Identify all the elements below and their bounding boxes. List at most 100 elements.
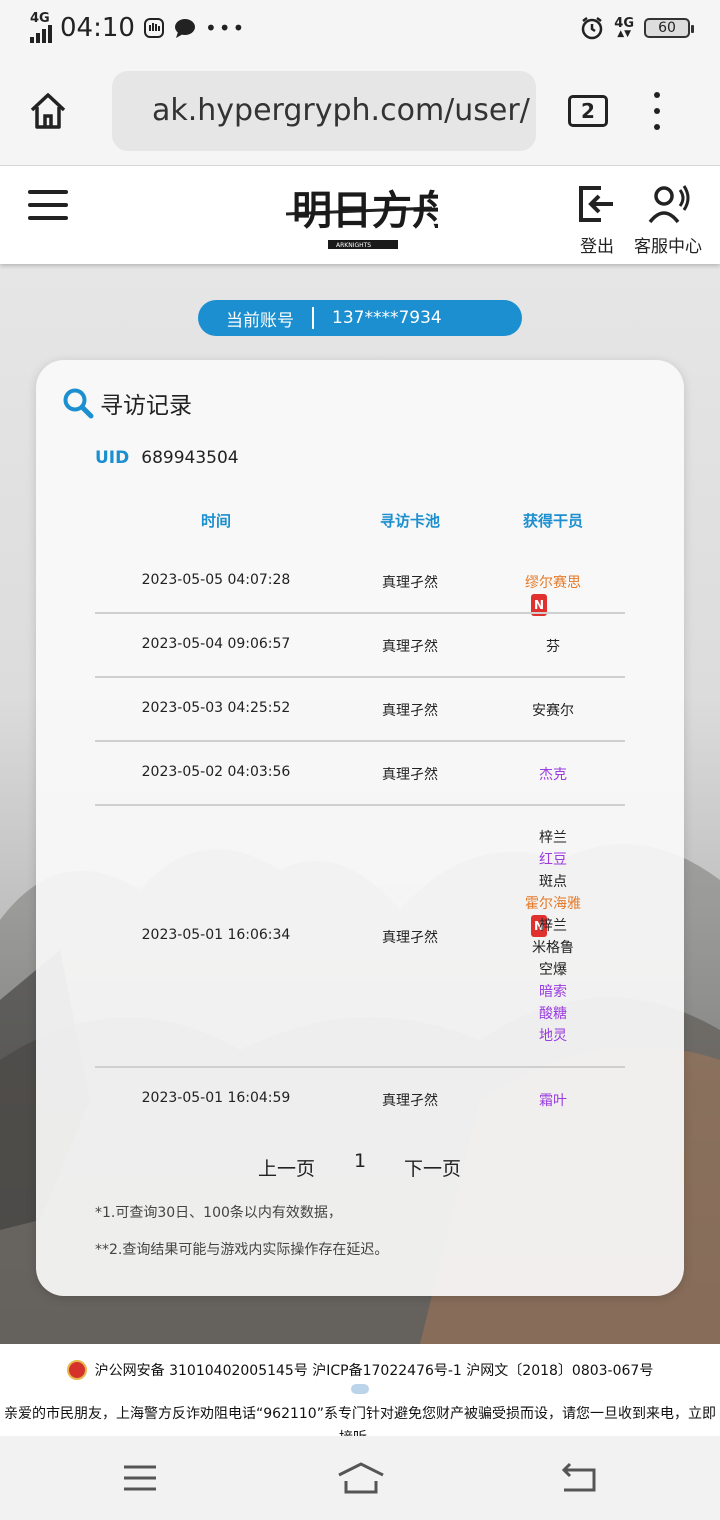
cell-signal-icon: 4G bbox=[30, 11, 52, 43]
row-pool: 真理孑然 bbox=[382, 575, 438, 591]
table-row: 2023-05-01 16:06:34 真理孑然 梓兰 红豆 斑点 霍尔海雅 N … bbox=[95, 827, 625, 1047]
logout-icon bbox=[579, 186, 613, 222]
back-button[interactable] bbox=[558, 1458, 598, 1498]
uid-label: UID bbox=[95, 448, 130, 468]
mobile-data-icon: 4G ▲▼ bbox=[614, 15, 634, 39]
records-title-text: 寻访记录 bbox=[100, 393, 192, 419]
battery-level: 60 bbox=[658, 20, 676, 36]
operator-name: 红豆 bbox=[539, 852, 567, 868]
battery-icon: 60 bbox=[644, 18, 694, 38]
operator-name: 斑点 bbox=[539, 874, 567, 890]
url-text: ak.hypergryph.com/user/ bbox=[152, 93, 530, 128]
operator-name: 霜叶 bbox=[539, 1093, 567, 1109]
browser-menu-button[interactable] bbox=[654, 91, 660, 130]
operator-name: 缪尔赛思 N bbox=[525, 572, 581, 616]
site-header: 明日方舟 ARKNIGHTS 登出 客服中心 bbox=[0, 166, 720, 264]
home-button[interactable] bbox=[20, 83, 76, 139]
note-query-limit: *1.可查询30日、100条以内有效数据， bbox=[95, 1205, 342, 1221]
next-page-button[interactable]: 下一页 bbox=[404, 1154, 461, 1181]
records-title: 寻访记录 bbox=[62, 386, 192, 420]
row-time: 2023-05-01 16:06:34 bbox=[141, 927, 291, 943]
row-time: 2023-05-04 09:06:57 bbox=[141, 636, 291, 652]
current-page-number[interactable]: 1 bbox=[354, 1150, 366, 1172]
table-row: 2023-05-04 09:06:57 真理孑然 芬 bbox=[95, 636, 625, 658]
operator-name: 地灵 bbox=[539, 1028, 567, 1044]
customer-service-button[interactable]: 客服中心 bbox=[632, 184, 704, 257]
operator-name: 芬 bbox=[546, 639, 560, 655]
svg-text:ARKNIGHTS: ARKNIGHTS bbox=[336, 242, 371, 249]
note-delay: **2.查询结果可能与游戏内实际操作存在延迟。 bbox=[95, 1242, 389, 1258]
row-operators: 杰克 bbox=[485, 764, 621, 786]
tab-count: 2 bbox=[581, 98, 595, 123]
svg-text:明日方舟: 明日方舟 bbox=[292, 187, 438, 234]
clock: 04:10 bbox=[60, 13, 135, 43]
row-operators: 安赛尔 bbox=[485, 700, 621, 722]
row-operators: 缪尔赛思 N bbox=[485, 572, 621, 616]
current-account-banner: 当前账号 137****7934 bbox=[198, 300, 522, 336]
row-pool: 真理孑然 bbox=[382, 767, 438, 783]
customer-service-label: 客服中心 bbox=[634, 237, 702, 257]
hamburger-menu-button[interactable] bbox=[28, 190, 68, 220]
operator-name: 暗索 bbox=[539, 984, 567, 1000]
uid-line: UID 689943504 bbox=[95, 448, 239, 468]
row-time: 2023-05-02 04:03:56 bbox=[141, 764, 291, 780]
table-row: 2023-05-03 04:25:52 真理孑然 安赛尔 bbox=[95, 700, 625, 722]
table-row: 2023-05-05 04:07:28 真理孑然 缪尔赛思 N bbox=[95, 572, 625, 616]
column-header-pool: 寻访卡池 bbox=[379, 512, 440, 530]
operator-name: 酸糖 bbox=[539, 1006, 567, 1022]
operator-name: 霍尔海雅 N bbox=[525, 893, 581, 937]
row-operators: 芬 bbox=[485, 636, 621, 658]
site-footer: 沪公网安备 31010402005145号 沪ICP备17022476号-1 沪… bbox=[0, 1344, 720, 1436]
system-navigation-bar bbox=[0, 1436, 720, 1520]
row-time: 2023-05-01 16:04:59 bbox=[141, 1090, 291, 1106]
prev-page-button[interactable]: 上一页 bbox=[258, 1154, 315, 1181]
search-icon bbox=[63, 388, 94, 419]
operator-name: 空爆 bbox=[539, 962, 567, 978]
account-value: 137****7934 bbox=[332, 308, 442, 328]
logout-label: 登出 bbox=[580, 237, 614, 257]
registration-text[interactable]: 沪公网安备 31010402005145号 沪ICP备17022476号-1 沪… bbox=[95, 1360, 654, 1380]
column-header-time: 时间 bbox=[200, 512, 231, 530]
anti-fraud-notice: 亲爱的市民朋友，上海警方反诈劝阻电话“962110”系专门针对避免您财产被骗受损… bbox=[4, 1406, 716, 1436]
uid-value: 689943504 bbox=[141, 448, 239, 468]
row-pool: 真理孑然 bbox=[382, 639, 438, 655]
home-chevron-icon bbox=[338, 1462, 384, 1494]
menu-lines-icon bbox=[124, 1465, 156, 1491]
row-divider bbox=[95, 740, 625, 742]
network-type-label: 4G bbox=[30, 11, 50, 26]
license-badge-icon bbox=[351, 1384, 369, 1394]
table-row: 2023-05-01 16:04:59 真理孑然 霜叶 bbox=[95, 1090, 625, 1112]
column-header-operators: 获得干员 bbox=[522, 512, 583, 530]
account-label: 当前账号 bbox=[226, 310, 294, 331]
row-operators: 霜叶 bbox=[485, 1090, 621, 1112]
logout-button[interactable]: 登出 bbox=[574, 184, 620, 257]
tab-switcher-button[interactable]: 2 bbox=[568, 94, 608, 127]
police-emblem-icon bbox=[66, 1360, 87, 1380]
gacha-records-card: 寻访记录 UID 689943504 时间 寻访卡池 获得干员 2023-05-… bbox=[36, 360, 684, 1296]
operator-name: 米格鲁 bbox=[532, 940, 574, 956]
row-divider bbox=[95, 804, 625, 806]
row-divider bbox=[95, 612, 625, 614]
row-operators: 梓兰 红豆 斑点 霍尔海雅 N 梓兰 米格鲁 空爆 暗索 酸糖 地灵 bbox=[485, 827, 621, 1047]
table-row: 2023-05-02 04:03:56 真理孑然 杰克 bbox=[95, 764, 625, 786]
chat-notification-icon bbox=[174, 19, 195, 38]
arknights-logo[interactable]: 明日方舟 ARKNIGHTS bbox=[282, 178, 438, 254]
row-divider bbox=[95, 1066, 625, 1068]
operator-name: 安赛尔 bbox=[532, 703, 574, 719]
row-pool: 真理孑然 bbox=[382, 930, 438, 946]
operator-name: 梓兰 bbox=[539, 830, 567, 846]
account-divider bbox=[312, 307, 314, 329]
address-bar[interactable]: ak.hypergryph.com/user/ bbox=[112, 70, 536, 151]
row-pool: 真理孑然 bbox=[382, 703, 438, 719]
mobile-data-label: 4G bbox=[614, 15, 634, 31]
operator-name: 梓兰 bbox=[539, 918, 567, 934]
back-arrow-icon bbox=[561, 1462, 596, 1492]
row-pool: 真理孑然 bbox=[382, 1093, 438, 1109]
row-time: 2023-05-03 04:25:52 bbox=[141, 700, 291, 716]
home-nav-button[interactable] bbox=[336, 1458, 386, 1498]
home-icon bbox=[30, 92, 66, 129]
row-divider bbox=[95, 676, 625, 678]
operator-name: 杰克 bbox=[539, 767, 567, 783]
recent-apps-button[interactable] bbox=[120, 1458, 160, 1498]
row-time: 2023-05-05 04:07:28 bbox=[141, 572, 291, 588]
